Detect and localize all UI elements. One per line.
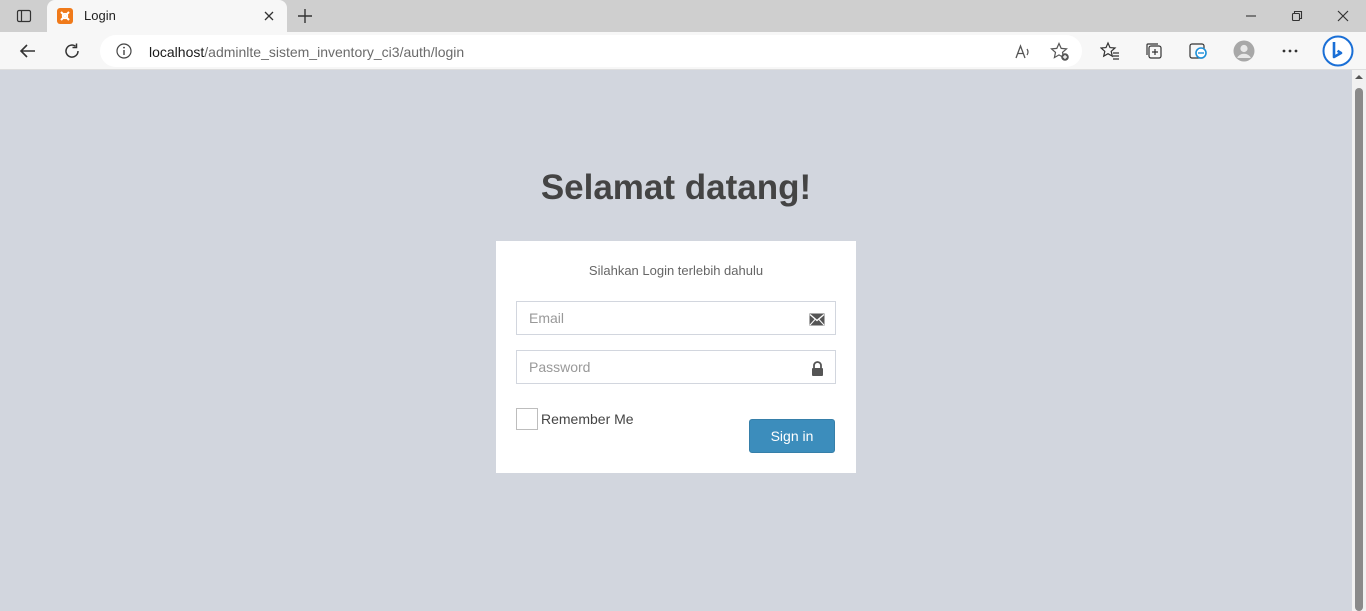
minimize-button[interactable] — [1228, 0, 1274, 32]
remember-me-label[interactable]: Remember Me — [541, 411, 634, 427]
more-dots-icon — [1282, 49, 1298, 53]
settings-more-button[interactable] — [1275, 36, 1305, 66]
read-aloud-button[interactable] — [1012, 41, 1034, 63]
password-field[interactable] — [516, 350, 836, 384]
scrollbar-thumb[interactable] — [1355, 88, 1363, 611]
url-host: localhost — [149, 44, 205, 60]
tab-title: Login — [84, 8, 116, 23]
ie-mode-button[interactable] — [1183, 36, 1213, 66]
envelope-icon — [809, 311, 825, 327]
minimize-icon — [1246, 15, 1256, 17]
close-window-button[interactable] — [1320, 0, 1366, 32]
login-message: Silahkan Login terlebih dahulu — [588, 263, 764, 278]
email-input[interactable] — [517, 302, 835, 334]
favorites-icon — [1100, 41, 1119, 60]
browser-tab[interactable]: Login — [47, 0, 287, 32]
close-icon — [264, 11, 274, 21]
back-button[interactable] — [13, 36, 43, 66]
browser-toolbar: localhost/adminlte_sistem_inventory_ci3/… — [0, 32, 1366, 70]
xampp-icon — [57, 8, 73, 24]
close-icon — [1337, 10, 1349, 22]
bing-chat-button[interactable] — [1321, 34, 1355, 68]
reload-icon — [65, 43, 79, 58]
tab-strip: Login — [0, 0, 1366, 32]
collections-button[interactable] — [1139, 36, 1169, 66]
bing-icon — [1322, 35, 1354, 67]
favorites-button[interactable] — [1095, 36, 1125, 66]
star-add-icon — [1050, 42, 1069, 61]
profile-button[interactable] — [1229, 36, 1259, 66]
welcome-heading: Selamat datang! — [540, 168, 812, 207]
tab-actions-icon — [16, 9, 32, 23]
restore-icon — [1291, 10, 1303, 22]
email-field[interactable] — [516, 301, 836, 335]
address-bar[interactable]: localhost/adminlte_sistem_inventory_ci3/… — [100, 35, 1082, 67]
add-favorite-button[interactable] — [1049, 41, 1071, 63]
remember-me-checkbox[interactable] — [516, 408, 538, 430]
remember-me-row[interactable]: Remember Me — [516, 408, 634, 430]
url-text[interactable]: localhost/adminlte_sistem_inventory_ci3/… — [149, 44, 464, 60]
tab-close-button[interactable] — [259, 6, 279, 26]
lock-icon — [809, 360, 825, 376]
ie-mode-icon — [1189, 43, 1207, 59]
plus-icon — [298, 9, 312, 23]
new-tab-button[interactable] — [292, 4, 318, 28]
vertical-scrollbar[interactable] — [1352, 70, 1366, 611]
profile-avatar-icon — [1233, 40, 1255, 62]
back-arrow-icon — [19, 44, 35, 58]
password-input[interactable] — [517, 351, 835, 383]
restore-button[interactable] — [1274, 0, 1320, 32]
url-path: /adminlte_sistem_inventory_ci3/auth/logi… — [204, 44, 465, 60]
reload-button[interactable] — [57, 36, 87, 66]
info-icon[interactable] — [116, 43, 132, 59]
tab-actions-button[interactable] — [8, 4, 40, 28]
login-card: Silahkan Login terlebih dahulu Remember … — [496, 241, 856, 473]
scroll-up-arrow-icon[interactable] — [1355, 73, 1363, 81]
read-aloud-icon — [1015, 44, 1029, 59]
collections-icon — [1146, 43, 1162, 59]
sign-in-button[interactable]: Sign in — [749, 419, 835, 453]
